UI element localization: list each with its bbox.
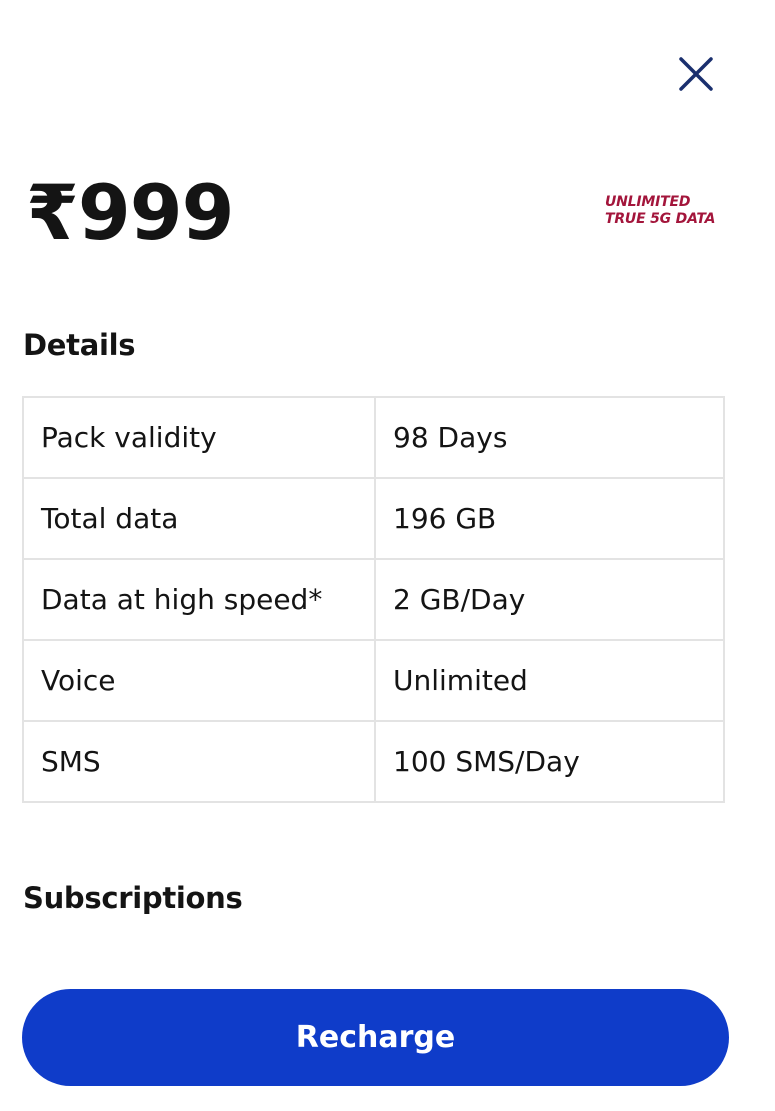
recharge-button[interactable]: Recharge: [22, 989, 729, 1086]
subscriptions-heading: Subscriptions: [23, 881, 243, 915]
badge-line-2: TRUE 5G DATA: [605, 211, 716, 227]
details-table: Pack validity 98 Days Total data 196 GB …: [22, 396, 725, 803]
row-value: 98 Days: [374, 396, 725, 479]
row-label: Data at high speed*: [22, 558, 376, 641]
row-value: 2 GB/Day: [374, 558, 725, 641]
row-label: Pack validity: [22, 396, 376, 479]
row-label: Total data: [22, 477, 376, 560]
row-label: Voice: [22, 639, 376, 722]
row-value: 196 GB: [374, 477, 725, 560]
badge-line-1: UNLIMITED: [605, 194, 691, 210]
close-icon: [679, 57, 713, 91]
unlimited-5g-badge: UNLIMITED TRUE 5G DATA: [605, 194, 745, 228]
details-heading: Details: [23, 328, 136, 362]
close-button[interactable]: [674, 52, 718, 96]
table-row: SMS 100 SMS/Day: [22, 720, 725, 803]
row-value: Unlimited: [374, 639, 725, 722]
table-row: Pack validity 98 Days: [22, 396, 725, 479]
table-row: Voice Unlimited: [22, 639, 725, 722]
row-value: 100 SMS/Day: [374, 720, 725, 803]
table-row: Data at high speed* 2 GB/Day: [22, 558, 725, 641]
row-label: SMS: [22, 720, 376, 803]
table-row: Total data 196 GB: [22, 477, 725, 560]
plan-price: ₹999: [26, 168, 235, 257]
